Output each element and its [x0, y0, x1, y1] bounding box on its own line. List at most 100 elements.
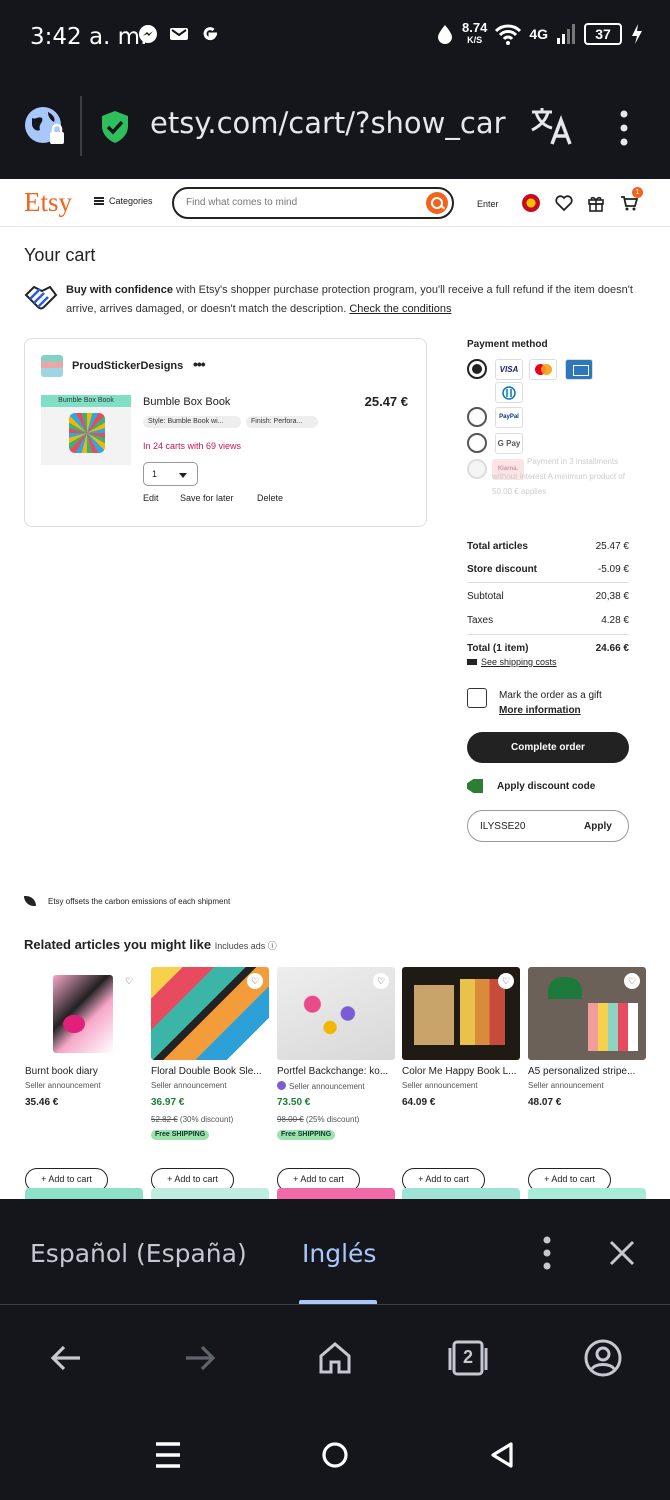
summary-subtotal: Subtotal 20,38 € [467, 591, 629, 602]
free-shipping-badge: Free SHIPPING [277, 1130, 336, 1140]
favorite-heart-icon[interactable]: ♡ [498, 973, 514, 989]
related-item-title[interactable]: Floral Double Book Sle... [151, 1066, 269, 1077]
summary-value: 25.47 € [595, 541, 629, 552]
check-conditions-link[interactable]: Check the conditions [349, 303, 451, 315]
browser-menu-icon[interactable] [612, 108, 636, 148]
shop-avatar[interactable] [41, 355, 63, 377]
apply-code-button[interactable]: Apply [584, 821, 612, 832]
leaf-icon [24, 896, 36, 906]
system-back-icon[interactable] [488, 1440, 518, 1470]
translate-bar: Español (España) Inglés [0, 1199, 670, 1305]
web-page: Etsy Categories Find what comes to mind … [0, 179, 670, 1199]
cart-views-note: In 24 carts with 69 views [143, 441, 242, 451]
back-arrow-icon[interactable] [46, 1338, 86, 1378]
related-item-title[interactable]: Burnt book diary [25, 1066, 143, 1077]
related-item-price: 64.09 € [402, 1097, 436, 1108]
save-for-later-button[interactable]: Save for later [180, 493, 234, 503]
related-item-title[interactable]: A5 personalized stripe... [528, 1066, 646, 1077]
related-item-old-price: 52.82 € (30% discount) [151, 1115, 233, 1124]
shipping-costs-link[interactable]: See shipping costs [467, 657, 557, 667]
product-image-label: Bumble Box Book [41, 395, 131, 407]
enter-link[interactable]: Enter [477, 199, 499, 209]
account-icon[interactable] [583, 1338, 623, 1378]
search-input[interactable]: Find what comes to mind [172, 187, 454, 219]
home-icon[interactable] [315, 1338, 355, 1378]
system-navigation-bar [0, 1416, 670, 1500]
language-flag-icon[interactable] [522, 194, 540, 212]
etsy-logo[interactable]: Etsy [24, 187, 72, 218]
search-icon[interactable] [426, 192, 448, 214]
paypal-radio[interactable] [467, 407, 487, 427]
tabs-switcher-button[interactable]: 2 [448, 1338, 488, 1378]
gift-icon[interactable] [587, 194, 605, 212]
more-information-link[interactable]: More information [499, 705, 581, 716]
translate-icon[interactable] [530, 106, 574, 146]
summary-label: Total (1 item) [467, 643, 529, 654]
gift-label: Mark the order as a gift [499, 690, 602, 701]
summary-value: 24.66 € [595, 643, 629, 654]
apply-discount-toggle[interactable]: Apply discount code [467, 779, 595, 793]
amex-icon [565, 359, 593, 380]
source-language-tab[interactable]: Español (España) [30, 1239, 247, 1268]
favorite-heart-icon[interactable]: ♡ [247, 973, 263, 989]
favorites-heart-icon[interactable] [555, 194, 573, 212]
cart-item-card: ProudStickerDesigns ••• Bumble Box Book … [24, 338, 427, 527]
shop-name[interactable]: ProudStickerDesigns [72, 360, 183, 372]
google-pay-radio[interactable] [467, 433, 487, 453]
url-field[interactable]: etsy.com/cart/?show_car [150, 106, 512, 140]
delete-button[interactable]: Delete [257, 493, 283, 503]
signal-icon [557, 24, 575, 44]
home-button-icon[interactable] [320, 1440, 350, 1470]
wifi-icon [495, 24, 522, 45]
summary-total: Total (1 item) 24.66 € [467, 643, 629, 654]
google-icon [203, 27, 218, 41]
categories-button[interactable]: Categories [94, 196, 153, 206]
klarna-note: Payment in 3 installments without intere… [492, 457, 625, 496]
close-icon[interactable] [606, 1237, 638, 1269]
speed-value: 8.74 [462, 20, 488, 35]
sim-message-icon [170, 28, 188, 40]
favorite-heart-icon[interactable]: ♡ [121, 973, 137, 989]
forward-arrow-icon[interactable] [180, 1338, 220, 1378]
complete-order-button[interactable]: Complete order [467, 732, 629, 763]
summary-value: 4.28 € [601, 615, 629, 626]
site-info-globe-icon[interactable] [22, 104, 68, 150]
browser-url-bar: etsy.com/cart/?show_car [0, 76, 670, 179]
summary-label: Taxes [467, 615, 494, 626]
edit-button[interactable]: Edit [143, 493, 159, 503]
product-image-art [69, 413, 105, 453]
finish-chip: Finish: Perfora... [246, 416, 318, 428]
favorite-heart-icon[interactable]: ♡ [373, 973, 389, 989]
product-title[interactable]: Bumble Box Book [143, 396, 230, 408]
quantity-select[interactable]: 1 [143, 462, 198, 486]
status-bar: 3:42 a. m. 8.74 K/S 4G 37 [0, 0, 670, 76]
visa-icon: VISA [495, 359, 523, 380]
payment-method-title: Payment method [467, 339, 548, 350]
related-item-title[interactable]: Color Me Happy Book L... [402, 1066, 520, 1077]
target-language-tab[interactable]: Inglés [302, 1239, 376, 1268]
network-type: 4G [529, 26, 548, 42]
recent-apps-icon[interactable] [153, 1440, 183, 1470]
summary-store-discount: Store discount -5.09 € [467, 564, 629, 575]
discount-label: Apply discount code [497, 780, 596, 792]
translate-bar-divider [0, 1304, 670, 1305]
shop-menu-icon[interactable]: ••• [193, 356, 206, 372]
summary-divider [467, 582, 629, 583]
related-item-seller: Seller announcement [402, 1081, 478, 1090]
favorite-heart-icon[interactable]: ♡ [624, 973, 640, 989]
discount-code-input[interactable]: ILYSSE20 Apply [467, 810, 629, 842]
gift-checkbox[interactable] [467, 688, 487, 708]
related-item-title[interactable]: Portfel Backchange: ko... [277, 1066, 395, 1077]
style-chip: Style: Bumble Book wi... [143, 416, 241, 428]
cart-count-badge: 1 [632, 187, 643, 198]
related-item-seller: Seller announcement [528, 1081, 604, 1090]
product-image[interactable]: Bumble Box Book [41, 395, 131, 465]
shipping-link-label: See shipping costs [481, 657, 557, 667]
translate-menu-icon[interactable] [536, 1235, 558, 1271]
handshake-icon [24, 285, 58, 310]
protection-text: Buy with confidence with Etsy's shopper … [66, 281, 646, 319]
klarna-radio[interactable] [467, 459, 487, 479]
card-payment-radio[interactable] [467, 359, 487, 379]
gift-option: Mark the order as a gift More informatio… [499, 688, 602, 718]
related-item-seller: Seller announcement [25, 1081, 101, 1090]
